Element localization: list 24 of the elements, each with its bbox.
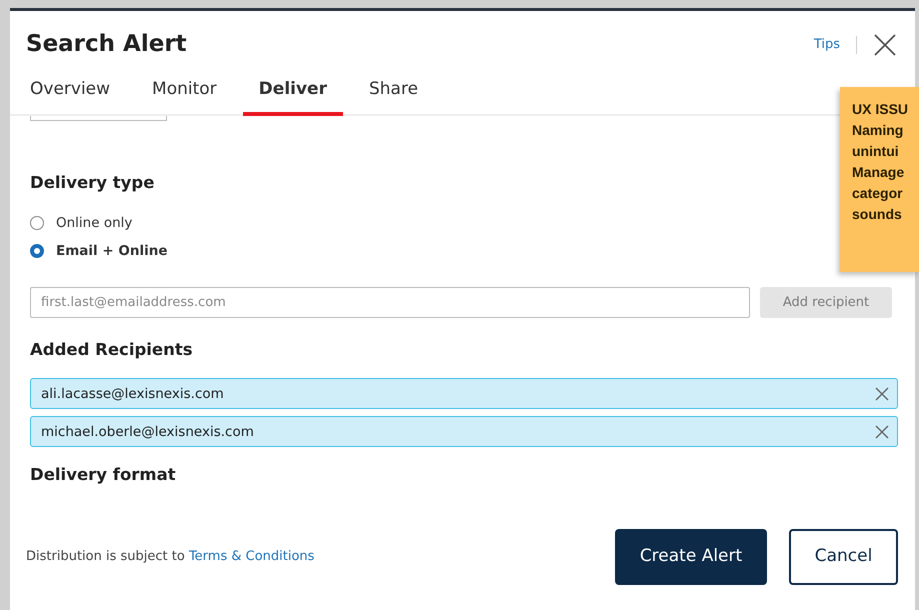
terms-link[interactable]: Terms & Conditions bbox=[188, 549, 314, 564]
tab[interactable]: Overview bbox=[14, 72, 126, 116]
dialog-title: Search Alert bbox=[26, 31, 187, 59]
terms-text: Distribution is subject to Terms & Conditions bbox=[26, 548, 314, 566]
section-heading: Delivery format bbox=[30, 465, 177, 485]
close-icon[interactable] bbox=[873, 32, 897, 57]
recipient-email: ali.lacasse@lexisnexis.com bbox=[41, 384, 224, 404]
cancel-button[interactable]: Cancel bbox=[789, 528, 898, 585]
sticky-note: UX ISSU Naming unintui Manage categor sounds bbox=[840, 87, 919, 272]
remove-icon[interactable] bbox=[875, 424, 889, 439]
tab[interactable]: Deliver bbox=[242, 72, 343, 116]
section-heading: Added Recipients bbox=[30, 340, 194, 360]
create-alert-button[interactable]: Create Alert bbox=[615, 528, 767, 585]
radio-button[interactable] bbox=[30, 216, 44, 230]
tab[interactable]: Share bbox=[352, 72, 434, 116]
remove-icon[interactable] bbox=[875, 386, 889, 401]
recipient-email: michael.oberle@lexisnexis.com bbox=[41, 422, 254, 442]
email-field[interactable]: first.last@emailaddress.com bbox=[30, 287, 750, 318]
radio-label[interactable]: Online only bbox=[56, 212, 132, 234]
radio-button[interactable] bbox=[30, 244, 44, 258]
text-field[interactable] bbox=[30, 116, 167, 122]
tips-link[interactable]: Tips bbox=[814, 35, 840, 55]
tab[interactable]: Monitor bbox=[136, 72, 233, 116]
radio-label[interactable]: Email + Online bbox=[56, 241, 168, 262]
